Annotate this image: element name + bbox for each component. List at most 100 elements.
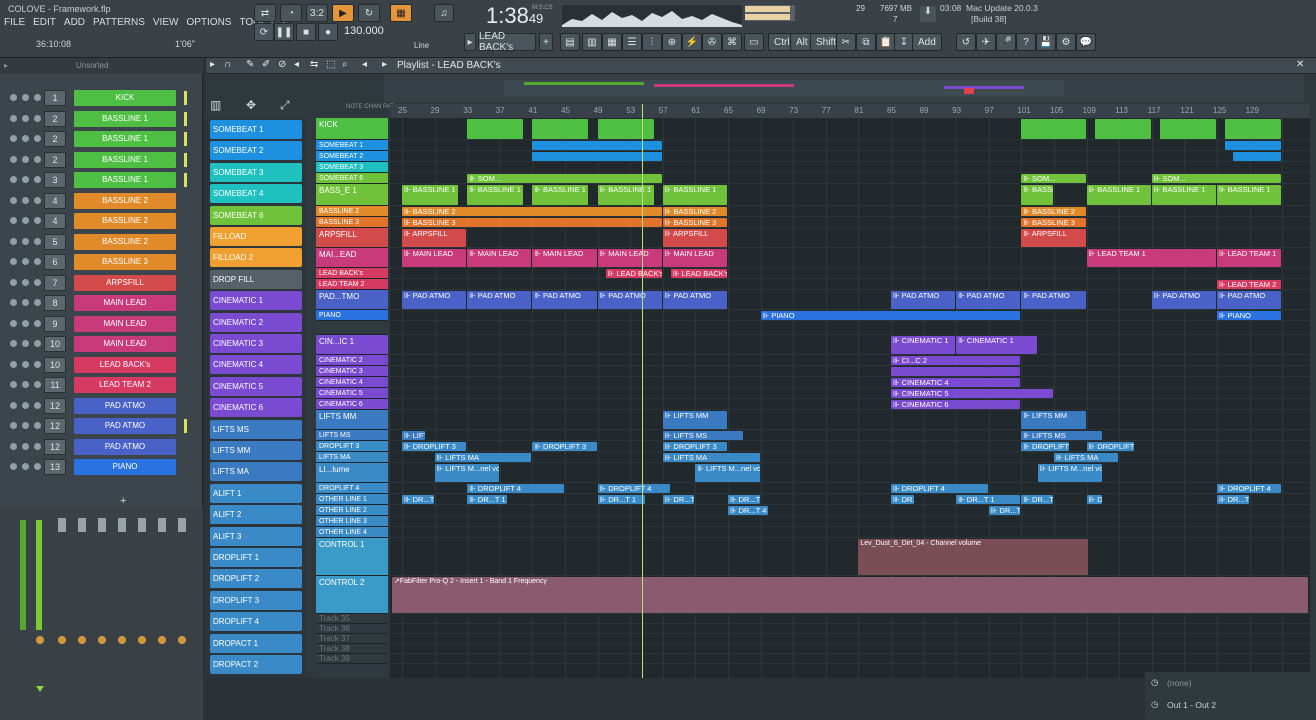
tempo-display[interactable]: 130.000 [344,25,384,37]
clip[interactable]: ⊪ BASSLINE 1 [467,185,524,205]
mute-led-icon[interactable] [10,258,17,265]
clip[interactable]: ⊪ PAD ATMO [1217,291,1282,309]
mute-led-icon[interactable] [10,340,17,347]
pan-knob-icon[interactable] [22,442,29,450]
clip[interactable]: ⊪ LEAD TEAM 1 [1217,249,1282,267]
mixer-track-number[interactable]: 6 [44,254,66,270]
pan-knob-icon[interactable] [22,135,29,142]
clip[interactable]: ⊪ DR...T 1 [402,495,434,504]
automation-clip-1[interactable]: Lev_Dust_6_Dirt_04 - Channel volume [858,539,1089,575]
piano-roll-icon[interactable]: ▥ [582,33,602,51]
channel-button[interactable]: PIANO [74,459,176,475]
clip[interactable]: ⊪ DR...T 1 [662,495,695,504]
channel-button[interactable]: BASSLINE 1 [74,151,176,168]
mute-led-icon[interactable] [10,278,17,286]
channel-button[interactable]: LEAD TEAM 2 [74,377,176,393]
mute-led-icon[interactable] [10,176,17,183]
clip[interactable]: ⊪ LIFTS M...nel volume [1037,464,1102,482]
track-header[interactable]: DROPLIFT 4 [316,483,388,494]
channel-row[interactable]: 13 PIANO [0,457,203,477]
channel-button[interactable]: BASSLINE 2 [74,213,176,229]
clip[interactable]: ⊪ BASSLINE 1 [1086,185,1151,205]
clip[interactable]: ⊪ BASSLINE 1 [402,185,459,205]
pattern-item[interactable]: LIFTS MA [210,462,302,482]
loop-mode-icon[interactable]: ⟳ [254,23,274,41]
track-header[interactable]: MAI...EAD [316,248,388,268]
close-icon[interactable]: ✕ [1296,59,1304,70]
mixer-track-number[interactable]: 13 [44,459,66,475]
clip[interactable]: ⊪ BASSLINE 3 [402,218,662,227]
pattern-item[interactable]: DROPACT 2 [210,655,302,674]
chat-icon[interactable]: 💬 [1076,33,1096,51]
play-from-icon[interactable]: ◂ [362,59,367,70]
track-header[interactable]: BASS_E 1 [316,184,388,206]
pattern-item[interactable]: DROPLIFT 1 [210,548,302,567]
brush-icon[interactable]: ✐ [262,59,270,70]
clip[interactable]: ⊪ BASSLINE 2 [1021,207,1086,216]
clip[interactable]: ⊪ DROPLIFT 3 [662,442,727,451]
volume-knob-icon[interactable] [34,422,41,429]
clip[interactable] [532,119,589,139]
clip[interactable]: ⊪ BASSLINE 1 [532,185,589,205]
pan-knob-icon[interactable] [22,463,29,470]
clip[interactable]: ⊪ PAD ATMO [597,291,662,309]
pattern-item[interactable]: FILLOAD [210,227,302,246]
clip[interactable]: ⊪ BASSLINE 1 [597,185,654,205]
channel-row[interactable]: 10 LEAD BACK's [0,355,203,375]
channel-row[interactable]: 12 PAD ATMO [0,396,203,416]
track-header[interactable]: CINEMATIC 5 [316,388,388,399]
mixer-track-number[interactable]: 5 [44,233,66,250]
clip[interactable]: ⊪ ARPSFILL [662,229,727,247]
mute-led-icon[interactable] [10,401,17,409]
pan-knob-icon[interactable] [22,155,29,163]
mixer-track-number[interactable]: 12 [44,438,66,455]
clip[interactable]: ⊪ DR...T 1 [1086,495,1102,504]
clip[interactable]: ⊪ MAIN LEAD [532,249,597,267]
channel-row[interactable]: 7 ARPSFILL [0,273,203,293]
loop-record-icon[interactable]: ↻ [358,4,380,22]
volume-knob-icon[interactable] [34,401,41,409]
channel-row[interactable]: 11 LEAD TEAM 2 [0,375,203,395]
pattern-item[interactable]: FILLOAD 2 [210,248,302,268]
download-icon[interactable]: ⬇ [920,6,936,22]
menu-file-item[interactable]: FILE [4,17,25,28]
channel-button[interactable]: LEAD BACK's [74,356,176,373]
track-header[interactable]: CINEMATIC 6 [316,399,388,410]
clip[interactable]: ⊪ CINEMATIC 5 [891,389,1053,398]
mixer-track-number[interactable]: 2 [44,110,66,127]
mute-led-icon[interactable] [10,422,17,429]
channel-select-indicator[interactable] [184,91,187,105]
mixer-track-number[interactable]: 11 [44,377,66,393]
pattern-item[interactable]: DROPLIFT 3 [210,590,302,610]
volume-knob-icon[interactable] [34,299,41,306]
pattern-item[interactable]: SOMEBEAT 3 [210,162,302,182]
browser-icon[interactable]: ⫶ [642,33,662,51]
mic-icon[interactable]: 🎤 [996,33,1016,51]
track-header[interactable]: SOMEBEAT 6 [316,173,388,184]
mute-led-icon[interactable] [10,114,17,122]
pattern-item[interactable]: DROPACT 1 [210,633,302,653]
clip[interactable]: ⊪ DROPLIFT 4 [597,484,670,493]
clip[interactable] [891,367,1021,376]
channel-row[interactable]: 3 BASSLINE 1 [0,170,203,190]
clip[interactable]: ⊪ DR...T 4 [728,506,768,515]
track-header[interactable]: BASSLINE 2 [316,206,388,217]
channel-button[interactable]: KICK [74,90,176,106]
clip[interactable]: ⊪ PAD ATMO [467,291,532,309]
playlist-icon[interactable]: ▤ [560,33,580,51]
pan-knob-icon[interactable] [22,176,29,183]
clip[interactable]: ⊪ LIFTS MM [1021,411,1086,429]
track-header[interactable]: CINEMATIC 4 [316,377,388,388]
volume-knob-icon[interactable] [34,278,41,286]
channel-button[interactable]: MAIN LEAD [74,315,176,332]
track-header[interactable]: SOMEBEAT 1 [316,140,388,151]
track-header[interactable]: PIANO [316,310,388,321]
channel-row[interactable]: 12 PAD ATMO [0,416,203,436]
mixer-track-number[interactable]: 9 [44,315,66,332]
track-header[interactable]: CINEMATIC 3 [316,366,388,377]
track-header[interactable]: OTHER LINE 3 [316,516,388,527]
track-header[interactable]: DROPLIFT 3 [316,441,388,452]
pan-knob-icon[interactable] [22,422,29,429]
menu-edit-item[interactable]: EDIT [33,17,56,28]
clip[interactable]: ⊪ SOM... [1021,174,1086,183]
